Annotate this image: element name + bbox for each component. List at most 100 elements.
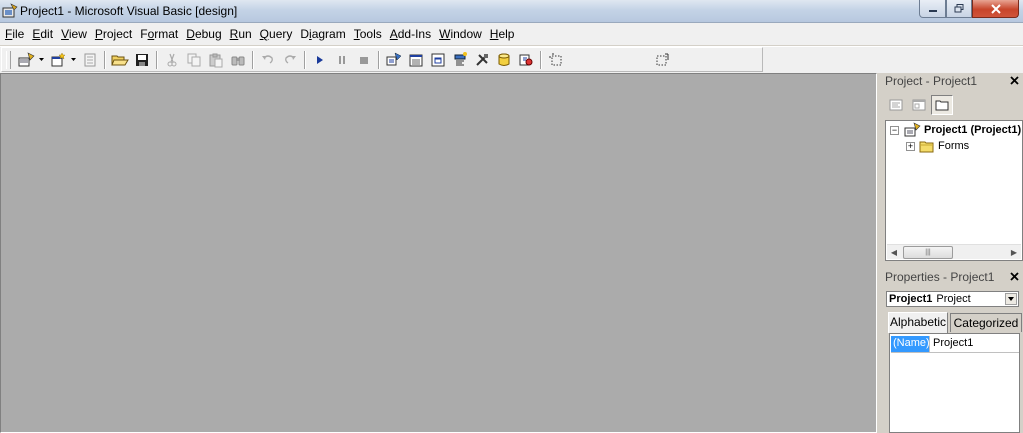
view-object-button[interactable] [908, 95, 930, 115]
toggle-folders-button[interactable] [931, 94, 953, 115]
menu-label: ebug [194, 27, 222, 41]
menu-label: agram [311, 27, 346, 41]
scroll-right-icon[interactable]: ▶ [1007, 245, 1021, 259]
tree-node-forms[interactable]: + Forms [906, 138, 969, 154]
menu-debug[interactable]: Debug [182, 24, 225, 44]
size-indicator [651, 49, 673, 71]
properties-grid[interactable]: (Name) Project1 [889, 333, 1020, 433]
vb-app-icon[interactable] [2, 3, 18, 19]
menu-add-ins[interactable]: Add-Ins [386, 24, 435, 44]
menu-editor-button[interactable] [79, 49, 101, 71]
position-icon [549, 52, 562, 65]
folder-icon [919, 141, 934, 152]
menu-help[interactable]: Help [486, 24, 519, 44]
properties-tabs: Alphabetic Categorized [886, 312, 1022, 333]
position-indicator [545, 49, 567, 71]
view-code-button[interactable] [885, 95, 907, 115]
menu-tools[interactable]: Tools [350, 24, 386, 44]
property-row[interactable]: (Name) Project1 [891, 336, 1019, 353]
menu-query[interactable]: Query [256, 24, 297, 44]
project-explorer-icon [386, 52, 402, 65]
add-project-icon [18, 51, 35, 66]
menu-accel: A [389, 27, 398, 41]
menu-window[interactable]: Window [435, 24, 486, 44]
paste-button[interactable] [205, 49, 227, 71]
menu-view[interactable]: View [57, 24, 91, 44]
close-icon [1010, 272, 1019, 281]
properties-close-button[interactable] [1008, 270, 1021, 283]
object-browser-button[interactable] [449, 49, 471, 71]
project-explorer-close-button[interactable] [1008, 74, 1021, 87]
toolbar-separator [104, 50, 106, 69]
break-button[interactable] [331, 49, 353, 71]
object-selector[interactable]: Project1 Project [886, 291, 1019, 307]
add-project-dropdown[interactable] [37, 49, 45, 71]
end-button[interactable] [353, 49, 375, 71]
toolbar-separator [540, 50, 542, 69]
find-button[interactable] [227, 49, 249, 71]
expand-icon[interactable]: + [906, 141, 915, 151]
mdi-workspace[interactable] [0, 73, 877, 433]
add-form-button[interactable] [47, 49, 69, 71]
menu-run[interactable]: Run [226, 24, 256, 44]
menu-label: elp [498, 27, 515, 41]
menu-label: dd-Ins [397, 27, 432, 41]
tree-node-project[interactable]: − Project1 (Project1) [890, 122, 1021, 138]
component-manager-button[interactable] [515, 49, 537, 71]
menu-file[interactable]: File [1, 24, 28, 44]
menu-label: iew [68, 27, 87, 41]
menu-label: uery [269, 27, 293, 41]
toolbar-grip[interactable] [6, 50, 11, 69]
project-explorer-title: Project - Project1 [885, 74, 978, 88]
data-view-button[interactable] [493, 49, 515, 71]
paste-icon [209, 53, 223, 67]
tab-categorized[interactable]: Categorized [950, 313, 1022, 332]
title-bar: Project1 - Microsoft Visual Basic [desig… [0, 0, 1023, 23]
tree-node-project-label: Project1 (Project1) [924, 124, 1022, 136]
minimize-icon [928, 9, 937, 12]
minimize-button[interactable] [919, 0, 946, 18]
menu-format[interactable]: Format [136, 24, 182, 44]
start-button[interactable] [309, 49, 331, 71]
copy-icon [187, 53, 201, 66]
project-explorer-button[interactable] [383, 49, 405, 71]
copy-button[interactable] [183, 49, 205, 71]
toolbox-button[interactable] [471, 49, 493, 71]
project-tree-hscrollbar[interactable]: ◀ ||| ▶ [887, 244, 1021, 259]
toolbar-separator [378, 50, 380, 69]
add-project-button[interactable] [15, 49, 37, 71]
form-layout-icon [431, 53, 445, 66]
property-value[interactable]: Project1 [929, 336, 973, 352]
close-icon [1010, 76, 1019, 85]
property-name: (Name) [891, 336, 930, 352]
tab-alphabetic[interactable]: Alphabetic [888, 312, 948, 333]
menu-label: ools [359, 27, 382, 41]
project-explorer-titlebar: Project - Project1 [885, 73, 1023, 89]
menu-label: ile [12, 27, 25, 41]
menu-diagram[interactable]: Diagram [296, 24, 349, 44]
close-button[interactable] [972, 0, 1019, 18]
scroll-left-icon[interactable]: ◀ [887, 245, 901, 259]
redo-button[interactable] [279, 49, 301, 71]
play-icon [317, 55, 323, 64]
menu-project[interactable]: Project [91, 24, 136, 44]
collapse-icon[interactable]: − [890, 125, 899, 135]
save-project-button[interactable] [131, 49, 153, 71]
menu-label: rmat [154, 27, 179, 41]
undo-button[interactable] [257, 49, 279, 71]
restore-button[interactable] [946, 0, 972, 18]
project-tree[interactable]: − Project1 (Project1) + Forms ◀ ||| ▶ [885, 120, 1023, 261]
chevron-down-icon [70, 58, 76, 61]
close-icon [990, 3, 1001, 14]
open-project-button[interactable] [109, 49, 131, 71]
chevron-down-icon [38, 58, 44, 61]
cut-button[interactable] [161, 49, 183, 71]
database-icon [498, 53, 510, 66]
add-form-dropdown[interactable] [69, 49, 77, 71]
folder-icon [935, 100, 949, 110]
object-selector-dropdown[interactable] [1005, 293, 1017, 305]
form-layout-button[interactable] [427, 49, 449, 71]
properties-window-button[interactable] [405, 49, 427, 71]
menu-edit[interactable]: Edit [28, 24, 57, 44]
scroll-thumb[interactable]: ||| [903, 246, 953, 259]
